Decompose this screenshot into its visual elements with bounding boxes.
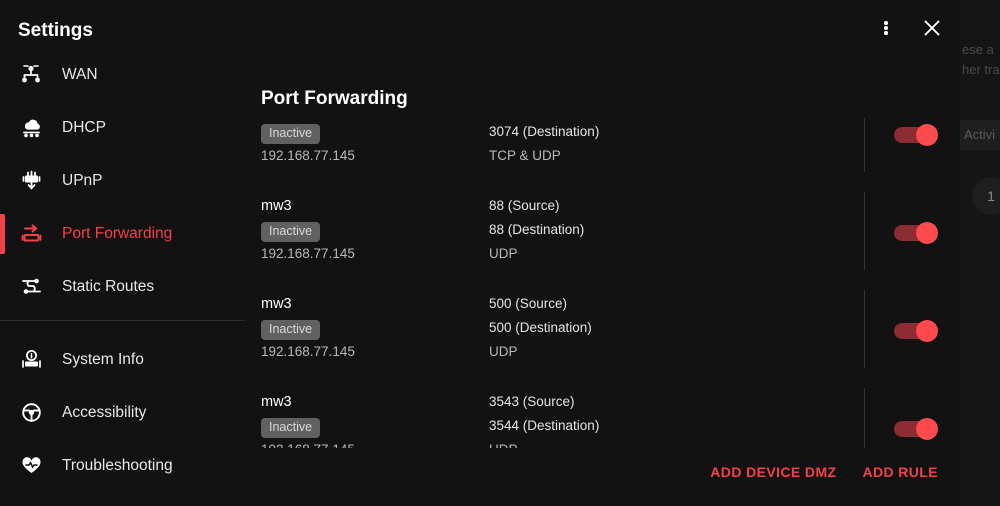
upnp-icon [16,166,46,196]
background-count-value: 1 [987,188,995,204]
rule-divider [864,192,865,270]
sidebar-item-accessibility[interactable]: Accessibility [0,386,246,439]
rule-source-port: 3543 (Source) [489,394,575,409]
port-forwarding-icon [16,219,46,249]
toggle-knob [916,418,938,440]
rule-destination-port: 88 (Destination) [489,222,585,237]
sidebar-item-label: WAN [62,65,98,83]
sidebar-item-troubleshooting[interactable]: Troubleshooting [0,439,246,492]
rule-enable-toggle[interactable] [894,320,946,342]
dialog-footer: ADD DEVICE DMZ ADD RULE [246,448,960,496]
status-badge: Inactive [261,222,321,242]
accessibility-icon [16,398,46,428]
sidebar-item-label: Static Routes [62,277,155,295]
rule-destination-port: 500 (Destination) [489,320,592,335]
rule-divider [864,118,865,172]
content-panel: Port Forwarding mw3 Inactive 192.168.77.… [246,0,960,496]
table-row[interactable]: mw3 Inactive 192.168.77.145 3074 (Source… [246,118,960,182]
rule-name: mw3 [261,394,292,410]
page-title: Port Forwarding [261,88,408,109]
toggle-knob [916,222,938,244]
troubleshooting-heart-icon [16,451,46,481]
dialog-title: Settings [18,20,93,41]
rule-ip-address: 192.168.77.145 [261,344,355,359]
add-device-dmz-button[interactable]: ADD DEVICE DMZ [710,464,836,480]
rule-name: mw3 [261,296,292,312]
status-badge: Inactive [261,418,321,438]
status-badge: Inactive [261,320,321,340]
rule-divider [864,290,865,368]
rule-enable-toggle[interactable] [894,124,946,146]
dhcp-cloud-icon [16,113,46,143]
rule-protocol: UDP [489,344,518,359]
background-text-line-2: her tra [962,62,1000,77]
settings-sidebar: WAN DHCP UPnP Port Forwarding Static Rou… [0,48,246,496]
sidebar-item-label: Accessibility [62,403,147,421]
rule-ip-address: 192.168.77.145 [261,246,355,261]
background-activity-chip: Activi [958,120,1000,150]
toggle-knob [916,124,938,146]
rule-source-port: 500 (Source) [489,296,568,311]
sidebar-lower-group: System Info Accessibility Troubleshootin… [0,333,246,492]
sidebar-item-label: System Info [62,350,144,368]
add-rule-button[interactable]: ADD RULE [862,464,938,480]
rule-enable-toggle[interactable] [894,222,946,244]
sidebar-item-label: DHCP [62,118,106,136]
settings-dialog: Settings WAN DHCP UPnP Port Forwarding S… [0,0,960,496]
rule-protocol: TCP & UDP [489,148,561,163]
rules-scroll-viewport[interactable]: mw3 Inactive 192.168.77.145 3074 (Source… [246,118,960,448]
static-routes-icon [16,272,46,302]
sidebar-item-label: Port Forwarding [62,224,173,242]
status-badge: Inactive [261,124,321,144]
sidebar-item-system-info[interactable]: System Info [0,333,246,386]
rule-divider [864,388,865,448]
sidebar-divider [0,320,245,321]
sidebar-item-label: Troubleshooting [62,456,173,474]
table-row[interactable]: mw3 Inactive 192.168.77.145 500 (Source)… [246,280,960,378]
rule-protocol: UDP [489,246,518,261]
table-row[interactable]: mw3 Inactive 192.168.77.145 3543 (Source… [246,378,960,448]
sidebar-item-upnp[interactable]: UPnP [0,154,246,207]
table-row[interactable]: mw3 Inactive 192.168.77.145 88 (Source) … [246,182,960,280]
rule-destination-port: 3074 (Destination) [489,124,600,139]
background-activity-label: Activi [964,127,996,142]
background-text-line-1: ese a [962,42,994,57]
sidebar-item-wan[interactable]: WAN [0,48,246,101]
wan-network-icon [16,60,46,90]
system-info-icon [16,345,46,375]
rule-enable-toggle[interactable] [894,418,946,440]
rule-source-port: 88 (Source) [489,198,560,213]
sidebar-item-label: UPnP [62,171,103,189]
toggle-knob [916,320,938,342]
sidebar-item-dhcp[interactable]: DHCP [0,101,246,154]
rule-name: mw3 [261,198,292,214]
sidebar-item-port-forwarding[interactable]: Port Forwarding [0,207,246,260]
sidebar-item-static-routes[interactable]: Static Routes [0,260,246,313]
rule-destination-port: 3544 (Destination) [489,418,600,433]
rule-ip-address: 192.168.77.145 [261,148,355,163]
rules-list: mw3 Inactive 192.168.77.145 3074 (Source… [246,118,960,448]
